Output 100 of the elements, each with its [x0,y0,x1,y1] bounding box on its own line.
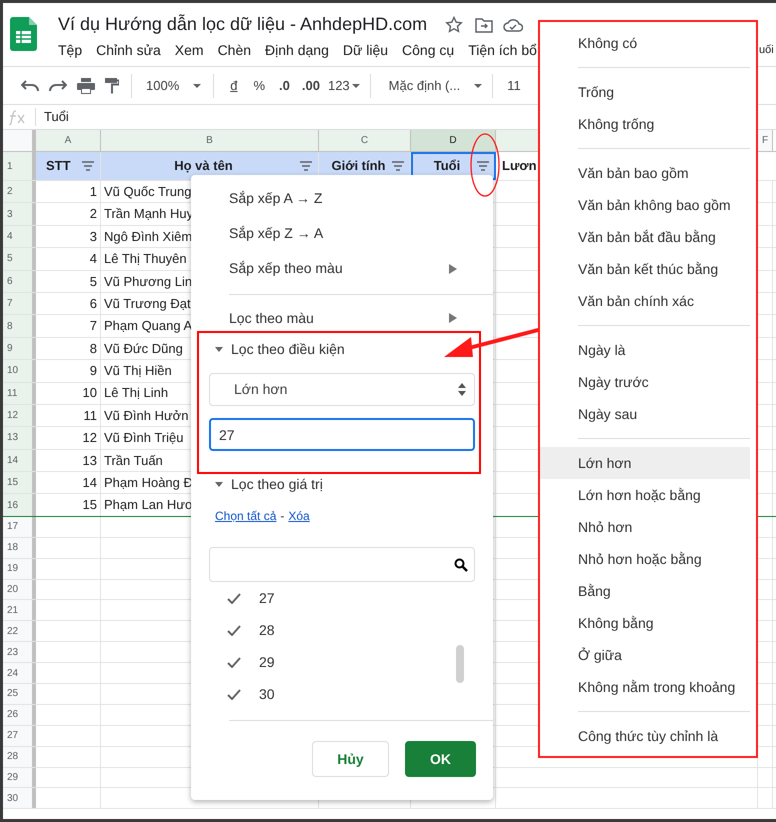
condition-value-input[interactable]: 27 [209,418,475,451]
condition-option[interactable]: Trống [540,76,750,108]
condition-option[interactable]: Không trống [540,108,750,140]
row-number[interactable]: 26 [3,704,36,725]
column-header[interactable]: F [758,130,773,151]
condition-option[interactable]: Nhỏ hơn hoặc bằng [540,543,750,575]
menu-item[interactable]: uối [759,42,774,58]
menu-item[interactable]: Chèn [218,40,252,61]
menu-item[interactable]: Định dạng [265,40,329,61]
filter-icon[interactable] [300,161,312,171]
formula-input[interactable]: Tuổi [44,107,69,127]
condition-option[interactable]: Văn bản chính xác [540,285,750,317]
check-icon[interactable] [227,624,241,636]
select-all-link[interactable]: Chọn tất cả [215,507,276,525]
row-number[interactable]: 22 [3,621,36,642]
row-number[interactable]: 12 [3,404,36,426]
row-number[interactable]: 24 [3,663,36,683]
column-header[interactable]: A [36,130,101,151]
row-number[interactable]: 10 [3,360,36,382]
row-number[interactable]: 17 [3,516,36,537]
filter-icon[interactable] [82,161,94,171]
row-number[interactable]: 3 [3,203,36,225]
condition-option[interactable]: Nhỏ hơn [540,511,750,543]
condition-option[interactable]: Văn bản kết thúc bằng [540,253,750,285]
increase-decimals-button[interactable]: .00 [302,76,320,96]
cloud-saved-icon[interactable] [503,18,524,32]
condition-option[interactable]: Ngày là [540,334,750,366]
value-option[interactable]: 28 [259,620,275,640]
condition-option[interactable]: Ở giữa [540,639,750,671]
condition-option[interactable]: Văn bản không bao gồm [540,189,750,221]
value-option[interactable]: 29 [259,652,275,672]
condition-option[interactable]: Công thức tùy chỉnh là [540,720,750,752]
row-number[interactable]: 9 [3,338,36,360]
condition-option[interactable]: Văn bản bao gồm [540,157,750,189]
condition-option[interactable]: Bằng [540,575,750,607]
row-number[interactable]: 29 [3,768,36,788]
condition-option[interactable]: Không có [540,27,750,59]
column-header[interactable]: C [319,130,411,151]
menu-item[interactable]: Tiện ích bổ [468,40,537,61]
menu-item[interactable]: Chỉnh sửa [96,40,161,61]
row-number[interactable]: 25 [3,684,36,704]
row-number[interactable]: 27 [3,726,36,746]
column-header[interactable]: D [411,130,496,151]
row-number[interactable]: 18 [3,538,36,558]
menu-item[interactable]: Sắp xếp theo màu [229,258,343,279]
row-number[interactable]: 13 [3,427,36,449]
column-header[interactable]: B [101,130,319,151]
decrease-decimals-button[interactable]: .0 [279,76,290,96]
clear-link[interactable]: Xóa [288,507,310,525]
number-format-button[interactable]: 123 [328,76,350,96]
search-field[interactable] [209,547,475,582]
value-option[interactable]: 27 [259,588,275,608]
row-number[interactable]: 2 [3,181,36,202]
filter-icon[interactable] [392,161,404,171]
section-toggle[interactable]: Lọc theo điều kiện [191,334,493,364]
row-number[interactable]: 28 [3,746,36,767]
move-to-folder-icon[interactable] [475,16,494,32]
print-icon[interactable] [77,78,95,94]
row-number[interactable]: 4 [3,226,36,248]
row-number[interactable]: 30 [3,788,36,808]
row-number[interactable]: 19 [3,558,36,579]
row-number[interactable]: 11 [3,382,36,404]
redo-icon[interactable] [49,80,67,92]
paint-format-icon[interactable] [105,78,119,94]
condition-select[interactable]: Lớn hơn [209,373,475,406]
filter-icon[interactable] [477,161,489,171]
value-option[interactable]: 30 [259,684,275,704]
condition-option[interactable]: Ngày trước [540,366,750,398]
row-number[interactable]: 15 [3,472,36,494]
font-dropdown[interactable]: Mặc định (... [388,76,460,96]
caret-icon[interactable] [474,84,482,88]
caret-icon[interactable] [352,84,360,88]
currency-format-button[interactable]: đ [230,76,238,96]
condition-option[interactable]: Không nằm trong khoảng [540,671,750,703]
menu-item[interactable]: Tệp [58,40,82,61]
row-number[interactable]: 16 [3,494,36,516]
row-number[interactable]: 21 [3,600,36,620]
menu-item[interactable]: Dữ liệu [342,40,388,61]
scrollbar-thumb[interactable] [456,645,464,683]
condition-option[interactable]: Lớn hơn [540,447,750,479]
menu-item[interactable]: Lọc theo màu [229,308,314,328]
row-number[interactable]: 20 [3,580,36,600]
row-number[interactable]: 23 [3,642,36,662]
row-number[interactable]: 5 [3,248,36,270]
section-toggle[interactable]: Lọc theo giá trị [191,469,493,499]
row-number[interactable]: 1 [3,152,36,180]
condition-option[interactable]: Ngày sau [540,398,750,430]
row-number[interactable]: 6 [3,270,36,292]
menu-item[interactable]: Công cụ [402,40,454,61]
row-number[interactable]: 7 [3,292,36,314]
condition-option[interactable]: Không bằng [540,607,750,639]
check-icon[interactable] [227,656,241,668]
check-icon[interactable] [227,592,241,604]
font-size-field[interactable]: 11 [507,76,521,96]
ok-button[interactable]: OK [405,741,476,777]
cancel-button[interactable]: Hủy [312,741,389,777]
menu-item[interactable]: Xem [174,40,204,61]
percent-format-button[interactable]: % [253,76,266,96]
star-icon[interactable] [445,16,464,34]
condition-option[interactable]: Văn bản bắt đầu bằng [540,221,750,253]
